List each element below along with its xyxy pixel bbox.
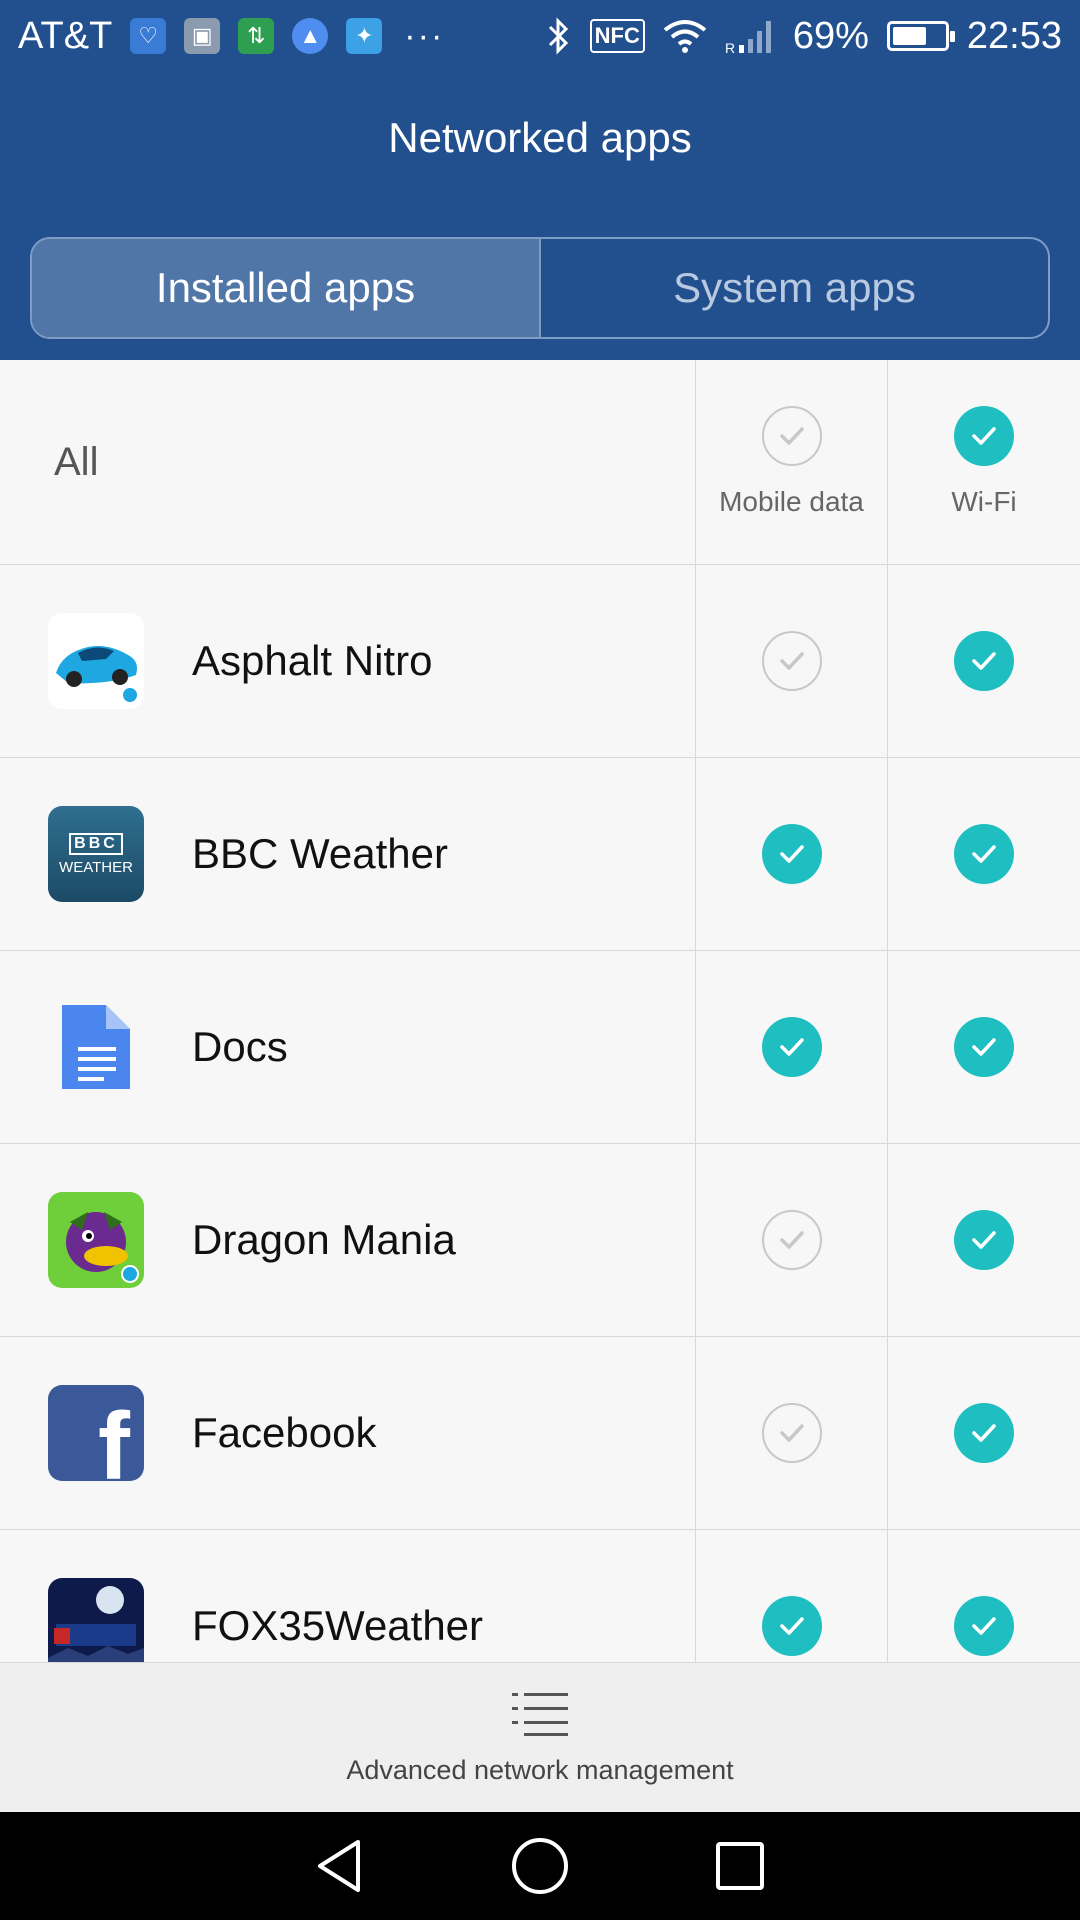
status-bar: AT&T ♡ ▣ ⇅ ▲ ✦ ··· NFC R 69% 22:53 (0, 0, 1080, 72)
wifi-checkbox[interactable] (954, 824, 1014, 884)
asphalt-nitro-icon (48, 613, 144, 709)
advanced-network-management-label: Advanced network management (346, 1755, 734, 1785)
recents-icon[interactable] (710, 1836, 770, 1896)
wifi-column-label: Wi-Fi (951, 486, 1017, 517)
app-row-facebook: f Facebook (0, 1337, 1080, 1530)
wifi-checkbox[interactable] (954, 1210, 1014, 1270)
more-notifications-icon: ··· (404, 16, 445, 55)
app-name: BBC Weather (192, 830, 448, 877)
all-mobile-data-checkbox[interactable] (761, 406, 822, 466)
app-row-docs: Docs (0, 951, 1080, 1144)
svg-text:R: R (725, 40, 735, 55)
tab-installed-apps[interactable]: Installed apps (32, 239, 539, 337)
clock: 22:53 (966, 14, 1062, 57)
drive-notification-icon: ▲ (292, 18, 329, 54)
list-menu-icon (512, 1693, 568, 1736)
app-name: Docs (192, 1023, 288, 1070)
mobile-data-checkbox[interactable] (761, 1403, 822, 1463)
signal-icon: R (725, 21, 771, 55)
bluetooth-icon (548, 17, 568, 55)
all-label: All (54, 439, 99, 484)
health-notification-icon: ♡ (130, 18, 167, 54)
nfc-icon: NFC (589, 19, 645, 53)
tab-system-apps[interactable]: System apps (539, 239, 1048, 337)
twitter-notification-icon: ✦ (346, 18, 383, 54)
networked-apps-table: All Mobile data Wi-Fi Asphalt Nitro BBC … (0, 360, 1080, 1662)
all-apps-row: All Mobile data Wi-Fi (0, 360, 1080, 565)
download-notification-icon: ⇅ (238, 18, 275, 54)
all-wifi-checkbox[interactable] (954, 406, 1014, 466)
wifi-checkbox[interactable] (954, 631, 1014, 691)
facebook-icon: f (48, 1385, 144, 1481)
mobile-data-checkbox[interactable] (761, 631, 822, 691)
app-row-bbc-weather: BBC WEATHER BBC Weather (0, 758, 1080, 951)
app-row-fox35-weather: FOX35Weather (0, 1530, 1080, 1662)
app-type-tabs: Installed apps System apps (30, 237, 1050, 339)
mobile-data-checkbox[interactable] (761, 1596, 822, 1656)
bbc-weather-icon: BBC WEATHER (48, 806, 144, 902)
gallery-notification-icon: ▣ (184, 18, 221, 54)
wifi-checkbox[interactable] (954, 1403, 1014, 1463)
app-row-asphalt-nitro: Asphalt Nitro (0, 565, 1080, 758)
app-name: Dragon Mania (192, 1216, 456, 1263)
back-icon[interactable] (310, 1836, 370, 1896)
navigation-bar (0, 1812, 1080, 1920)
wifi-icon (663, 20, 707, 53)
mobile-data-column-label: Mobile data (719, 486, 864, 517)
fox35-weather-icon (48, 1578, 144, 1662)
wifi-checkbox[interactable] (954, 1017, 1014, 1077)
app-name: Facebook (192, 1409, 377, 1456)
home-icon[interactable] (510, 1836, 570, 1896)
page-title: Networked apps (388, 114, 692, 161)
mobile-data-checkbox[interactable] (761, 1017, 822, 1077)
wifi-checkbox[interactable] (954, 1596, 1014, 1656)
app-row-dragon-mania: Dragon Mania (0, 1144, 1080, 1337)
google-docs-icon (48, 999, 144, 1095)
mobile-data-checkbox[interactable] (761, 1210, 822, 1270)
app-name: FOX35Weather (192, 1602, 484, 1649)
mobile-data-checkbox[interactable] (761, 824, 822, 884)
app-name: Asphalt Nitro (192, 637, 433, 684)
battery-percent: 69% (792, 14, 869, 57)
carrier-label: AT&T (18, 14, 113, 57)
advanced-network-management-button[interactable]: Advanced network management (0, 1662, 1080, 1812)
dragon-mania-icon (48, 1192, 144, 1288)
app-header: Networked apps Installed apps System app… (0, 72, 1080, 360)
battery-icon (886, 21, 955, 51)
